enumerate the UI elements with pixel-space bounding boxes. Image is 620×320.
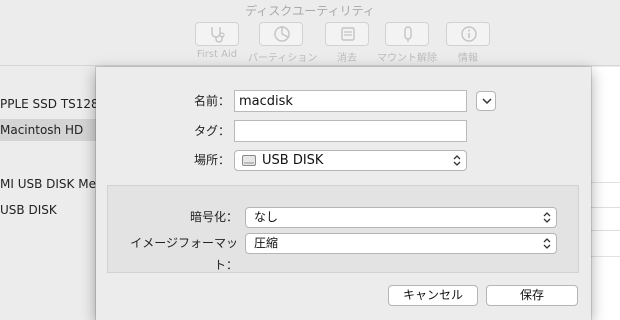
location-value: USB DISK	[262, 153, 324, 168]
name-label: 名前：	[193, 94, 230, 108]
pie-chart-icon	[274, 26, 290, 42]
partition-label: パーティション	[248, 53, 318, 64]
new-image-sheet: 名前： タグ： 場所： USB DISK 暗号化： なし イメージフォーマット：…	[96, 67, 591, 320]
toolbar: First Aid パーティション 消去 マウント解除 情報	[0, 22, 620, 66]
image-format-value: 圧縮	[254, 236, 279, 250]
updown-arrows-icon	[453, 155, 461, 166]
erase-button[interactable]: 消去	[314, 22, 380, 64]
updown-arrows-icon	[543, 212, 551, 223]
stethoscope-icon	[211, 27, 225, 43]
image-format-popup[interactable]: 圧縮	[245, 233, 557, 254]
tag-field[interactable]	[234, 120, 467, 142]
chevron-down-icon	[482, 98, 492, 105]
sidebar-item-macintosh-hd[interactable]: Macintosh HD	[0, 119, 110, 141]
eject-icon	[404, 26, 412, 42]
name-field[interactable]	[234, 90, 467, 112]
image-format-label: イメージフォーマット：	[130, 236, 238, 272]
tag-label: タグ：	[193, 124, 230, 138]
sidebar-item-usb-disk-media[interactable]: MI USB DISK Med	[0, 173, 110, 195]
info-button[interactable]: 情報	[435, 22, 501, 64]
sidebar-item-usb-disk[interactable]: USB DISK	[0, 199, 110, 221]
unmount-label: マウント解除	[377, 53, 437, 64]
partition-button[interactable]: パーティション	[248, 22, 318, 64]
first-aid-label: First Aid	[196, 49, 238, 60]
window-title: ディスクユーティリティ	[245, 4, 375, 18]
info-label: 情報	[458, 53, 478, 64]
updown-arrows-icon	[543, 238, 551, 249]
expand-button[interactable]	[476, 91, 496, 111]
encryption-label: 暗号化：	[189, 210, 238, 224]
cancel-button[interactable]: キャンセル	[388, 285, 478, 306]
first-aid-button[interactable]: First Aid	[184, 22, 250, 60]
info-icon	[461, 26, 477, 42]
sidebar-item-apple-ssd[interactable]: PPLE SSD TS128	[0, 93, 110, 115]
unmount-button[interactable]: マウント解除	[374, 22, 440, 64]
usb-drive-icon	[242, 155, 256, 166]
options-panel: 暗号化： なし イメージフォーマット： 圧縮	[107, 185, 579, 273]
sidebar-item-label: Macintosh HD	[0, 123, 84, 137]
erase-icon	[341, 27, 355, 41]
save-button[interactable]: 保存	[486, 285, 578, 306]
encryption-popup[interactable]: なし	[245, 207, 557, 228]
erase-label: 消去	[337, 53, 357, 64]
location-popup[interactable]: USB DISK	[234, 150, 467, 171]
encryption-value: なし	[254, 210, 279, 224]
location-label: 場所：	[193, 153, 230, 167]
